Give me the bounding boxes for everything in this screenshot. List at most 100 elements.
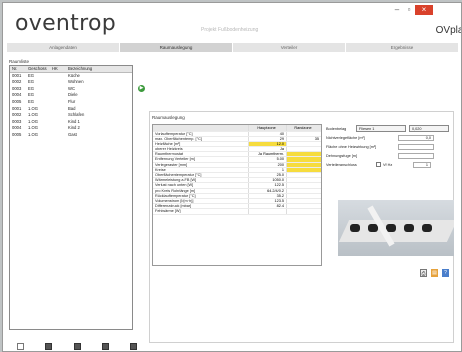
calc-value-randzone[interactable] <box>287 194 321 198</box>
calc-value-randzone[interactable] <box>287 152 321 157</box>
room-cell <box>52 106 68 113</box>
calc-row: Fehlwärme [W] <box>153 209 321 215</box>
apply-arrow-icon[interactable]: ▶ <box>138 85 145 92</box>
room-cell: 0004 <box>12 92 22 98</box>
print-icon[interactable]: ⎙ <box>420 269 427 277</box>
calc-value-randzone[interactable] <box>287 142 321 146</box>
calc-value-hauptzone[interactable]: 123.5 <box>249 198 287 204</box>
room-cell <box>52 119 68 126</box>
col-header-hk[interactable]: HK <box>52 66 68 72</box>
calc-label: Kreise <box>153 167 249 172</box>
calc-label: Vorlauftemperatur [°C] <box>153 131 249 136</box>
floor-setting-row: Dehnungsfuge [m] <box>326 151 454 160</box>
oventrop-logo: oventrop <box>15 11 116 36</box>
calc-value-hauptzone[interactable]: 29 <box>249 136 287 141</box>
calc-value-randzone[interactable] <box>287 147 321 151</box>
calc-value-hauptzone[interactable]: 1050.0 <box>249 178 287 183</box>
calc-value-randzone[interactable]: 35 <box>287 137 321 141</box>
room-cell: WC <box>68 85 75 91</box>
calc-value-hauptzone[interactable] <box>249 209 287 214</box>
tab-verteiler[interactable]: Verteiler <box>233 43 346 52</box>
room-row[interactable]: 0005 EG Flur <box>10 99 132 106</box>
room-table: Nr. Geschoss HK Bezeichnung 0001 EG Küche 0… <box>9 65 133 330</box>
calc-value-hauptzone[interactable]: 64.2/4/0.2 <box>249 188 287 193</box>
tab-ergebnisse[interactable]: Ergebnisse <box>346 43 459 52</box>
calc-value-randzone[interactable] <box>287 189 321 193</box>
floor-setting-label: Fläche ohne Heizwirkung [m²] <box>326 144 377 149</box>
floor-setting-input[interactable]: 0,0 <box>398 134 434 141</box>
room-cell: Diele <box>68 92 78 98</box>
calc-label: Raumthermostat <box>153 152 249 157</box>
room-row[interactable]: 0001 1.OG Bad <box>10 106 132 113</box>
room-row[interactable]: 0002 EG Wohnen <box>10 79 132 86</box>
room-row[interactable]: 0003 EG WC <box>10 86 132 93</box>
connection-checkbox[interactable] <box>376 162 381 167</box>
calc-header-blank <box>153 125 249 131</box>
col-header-nr[interactable]: Nr. <box>10 66 28 72</box>
maximize-button[interactable]: ▫ <box>403 5 415 15</box>
help-icon[interactable]: ? <box>442 269 449 277</box>
calc-value-randzone[interactable] <box>287 209 321 213</box>
calc-value-hauptzone[interactable]: 82.4 <box>249 204 287 209</box>
calc-value-randzone[interactable] <box>287 199 321 203</box>
calc-value-hauptzone[interactable]: 1 <box>249 167 287 172</box>
floor-setting-input[interactable] <box>398 143 434 150</box>
calc-value-randzone[interactable] <box>287 167 321 172</box>
room-row[interactable]: 0004 1.OG Kind 2 <box>10 125 132 132</box>
room-cell: Kind 2 <box>68 125 80 131</box>
calc-value-hauptzone[interactable]: 5.00 <box>249 157 287 162</box>
room-row[interactable]: 0001 EG Küche <box>10 73 132 80</box>
col-header-geschoss[interactable]: Geschoss <box>28 66 52 72</box>
document-icon[interactable]: ▤ <box>431 269 438 277</box>
minimize-button[interactable]: – <box>391 5 403 15</box>
room-row[interactable]: 0002 1.OG Schlafen <box>10 112 132 119</box>
tab-anlagendaten[interactable]: Anlagendaten <box>7 43 120 52</box>
connection-count-input[interactable]: 1 <box>413 161 431 168</box>
tab-raumauslegung[interactable]: Raumauslegung <box>120 43 233 52</box>
floor-setting-label: Nichtverlegefläche [m²] <box>326 135 365 140</box>
room-cell <box>52 112 68 119</box>
move-up-icon[interactable] <box>73 343 81 350</box>
room-cell: Wohnen <box>68 79 84 85</box>
floor-setting-input[interactable] <box>398 152 434 159</box>
floor-resistance-select[interactable]: 0,020 <box>409 125 449 132</box>
calc-value-randzone[interactable] <box>287 178 321 182</box>
room-row[interactable]: 0004 EG Diele <box>10 92 132 99</box>
calc-value-randzone[interactable] <box>287 204 321 208</box>
stud-graphic <box>350 224 360 232</box>
project-title: Projekt Fußbodenheizung <box>201 27 259 33</box>
room-cell: 1.OG <box>28 118 39 124</box>
move-down-icon[interactable] <box>101 343 109 350</box>
calc-value-hauptzone[interactable]: 35.2 <box>249 193 287 198</box>
calc-label: Entfernung Verteiler [m] <box>153 157 249 162</box>
calc-label: Differenzdruck [mbar] <box>153 204 249 209</box>
floor-covering-select[interactable]: Fliesen 1 <box>356 125 406 132</box>
new-room-icon[interactable] <box>17 343 24 350</box>
room-cell: Kind 1 <box>68 118 80 124</box>
calc-value-randzone[interactable] <box>287 157 321 162</box>
room-list-toolbar <box>17 343 137 351</box>
copy-room-icon[interactable] <box>45 343 53 350</box>
calc-value-hauptzone[interactable]: Ja Raumtherm. <box>249 152 287 157</box>
room-cell <box>52 79 68 86</box>
calc-value-hauptzone[interactable]: 122.5 <box>249 183 287 188</box>
delete-room-icon[interactable] <box>130 343 137 350</box>
calc-label: oberer Heizkreis <box>153 147 249 152</box>
calc-value-randzone[interactable] <box>287 173 321 177</box>
calc-value-hauptzone[interactable]: 12.0 <box>249 141 287 147</box>
calc-value-randzone[interactable] <box>287 162 321 167</box>
calc-value-hauptzone[interactable]: 200 <box>249 162 287 167</box>
room-row[interactable]: 0005 1.OG Gast <box>10 132 132 139</box>
room-cell: 0002 <box>12 112 22 118</box>
calc-value-hauptzone[interactable]: Ja <box>249 147 287 152</box>
room-row[interactable]: 0003 1.OG Kind 1 <box>10 119 132 126</box>
room-cell: 0002 <box>12 79 22 85</box>
close-button[interactable]: × <box>415 5 433 15</box>
room-cell: Bad <box>68 105 76 111</box>
calc-value-randzone[interactable] <box>287 132 321 136</box>
calc-value-randzone[interactable] <box>287 183 321 187</box>
calc-value-hauptzone[interactable]: 25.0 <box>249 173 287 178</box>
stud-graphic <box>422 224 432 232</box>
calc-value-hauptzone[interactable]: 40 <box>249 131 287 136</box>
col-header-bezeichnung[interactable]: Bezeichnung <box>68 66 128 72</box>
